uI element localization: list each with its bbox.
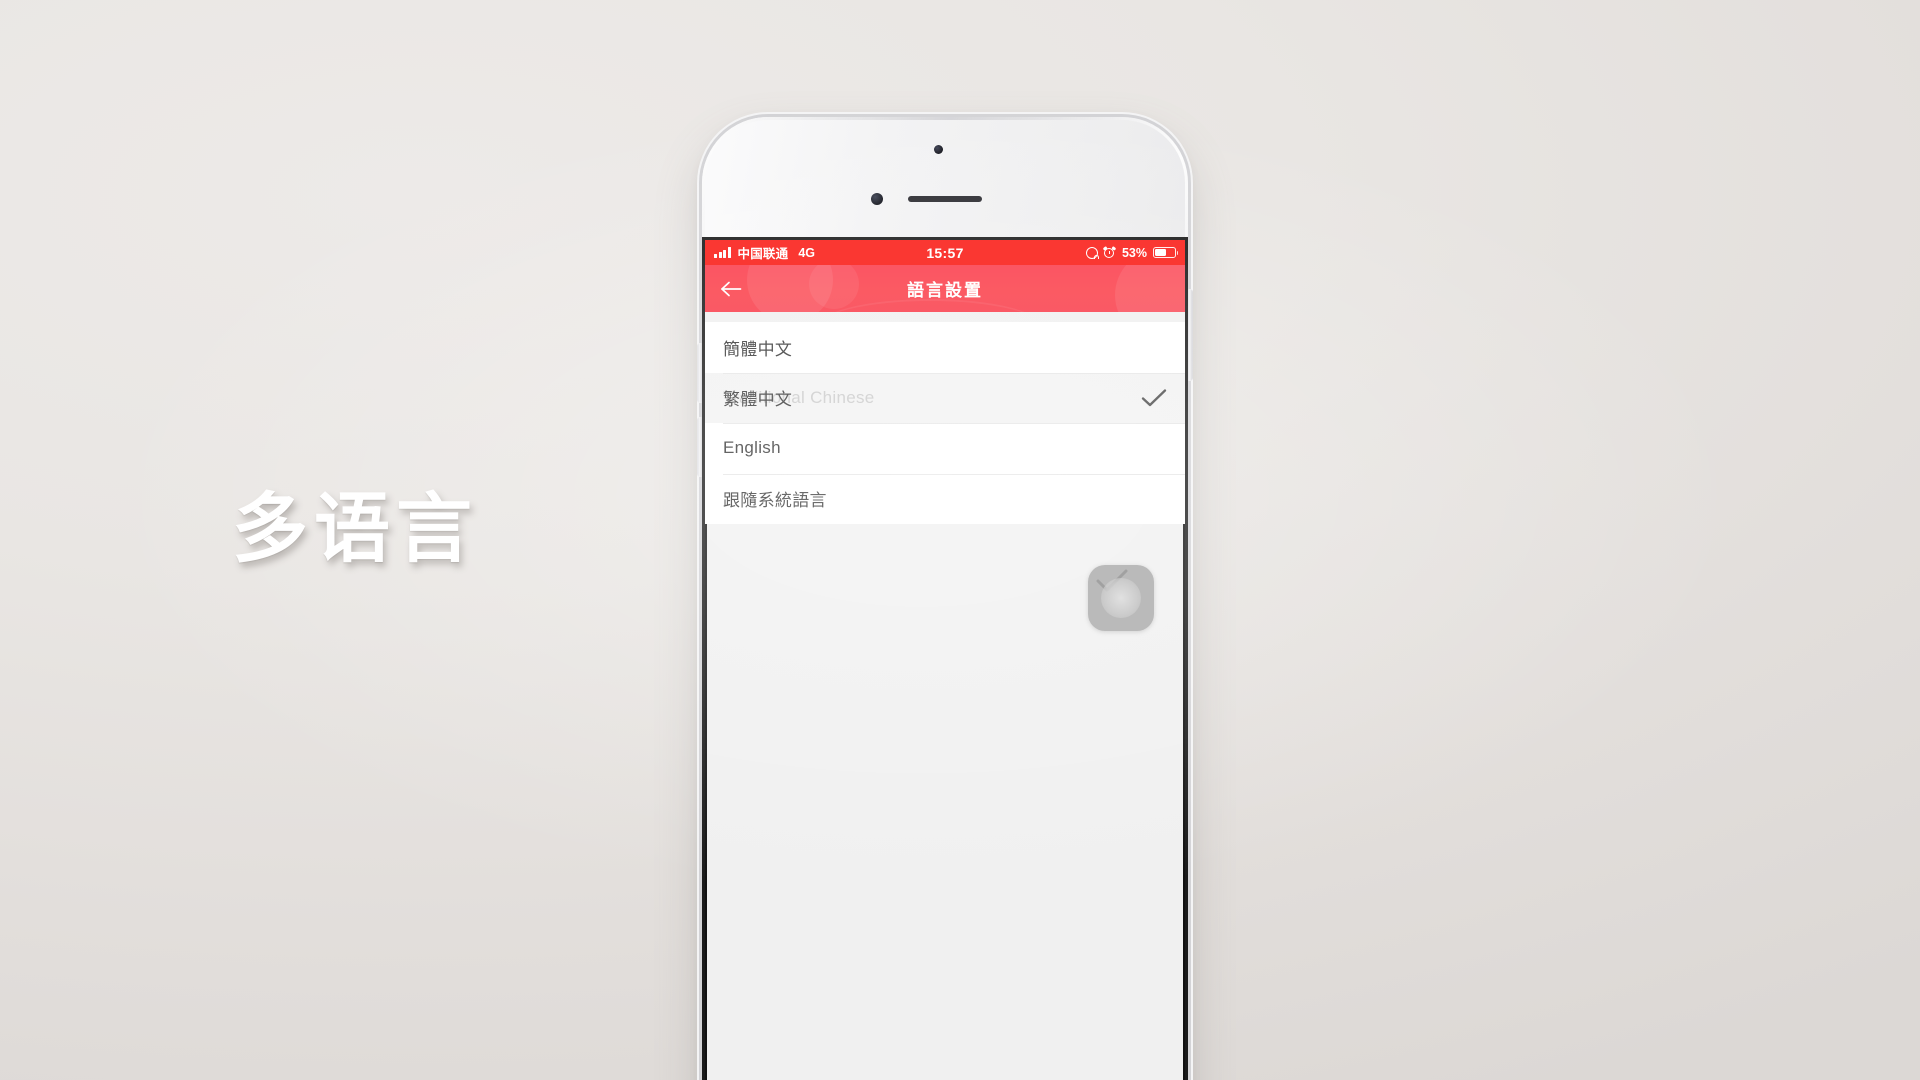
- language-row-simplified-chinese[interactable]: 簡體中文: [705, 322, 1185, 373]
- power-button[interactable]: [1187, 289, 1193, 381]
- scene: 多语言 中国联通 4G 15:57 53% 語言設置 簡體中文 Traditio…: [0, 0, 1920, 1080]
- phone-device: 中国联通 4G 15:57 53% 語言設置 簡體中文 Traditional …: [697, 117, 1193, 1080]
- front-camera-icon: [934, 145, 943, 154]
- row-check-slot: [1141, 385, 1167, 411]
- phone-screen: 中国联通 4G 15:57 53% 語言設置 簡體中文 Traditional …: [705, 240, 1185, 1080]
- alarm-clock-icon: [1103, 245, 1117, 259]
- touch-cursor-dot: [1101, 578, 1141, 618]
- language-list: 簡體中文 Traditional Chinese 繁體中文 English 跟隨…: [705, 312, 1185, 524]
- promo-headline: 多语言: [232, 487, 478, 572]
- battery-icon: [1153, 247, 1179, 258]
- back-arrow-icon: [721, 281, 742, 296]
- earpiece-speaker-icon: [908, 196, 982, 202]
- nav-decoration-circle-right: [1115, 265, 1185, 312]
- language-row-traditional-chinese[interactable]: Traditional Chinese 繁體中文: [705, 372, 1185, 424]
- row-check-slot: [1141, 334, 1167, 360]
- row-check-slot: [1141, 486, 1167, 512]
- language-label: 跟隨系統語言: [723, 491, 827, 511]
- row-label-stack: Traditional Chinese 繁體中文: [723, 373, 1141, 424]
- touch-cursor[interactable]: [1088, 565, 1154, 631]
- language-label: English: [723, 438, 781, 458]
- battery-percent-label: 53%: [1121, 245, 1147, 260]
- status-bar-right: 53%: [1085, 245, 1179, 260]
- row-check-slot: [1141, 435, 1167, 461]
- volume-down-button[interactable]: [697, 417, 703, 477]
- language-label: 簡體中文: [723, 339, 793, 359]
- row-label-stack: 簡體中文: [723, 322, 1141, 373]
- checkmark-icon: [1141, 389, 1167, 406]
- signal-bars-icon: [714, 247, 731, 258]
- row-label-stack: 跟隨系統語言: [723, 474, 1141, 525]
- rotation-lock-icon: [1085, 246, 1099, 259]
- status-bar-left: 中国联通 4G: [714, 243, 815, 262]
- language-row-follow-system[interactable]: 跟隨系統語言: [705, 473, 1185, 525]
- status-bar: 中国联通 4G 15:57 53%: [705, 240, 1185, 265]
- row-label-stack: English: [723, 423, 1141, 474]
- language-label: 繁體中文: [723, 390, 793, 410]
- language-row-english[interactable]: English: [705, 423, 1185, 474]
- network-type: 4G: [798, 245, 815, 260]
- nav-decoration-circle-left-small: [809, 265, 859, 309]
- proximity-sensor-icon: [871, 193, 883, 205]
- back-button[interactable]: [705, 265, 757, 312]
- navigation-bar: 語言設置: [705, 265, 1185, 312]
- carrier-name: 中国联通: [737, 247, 789, 261]
- volume-up-button[interactable]: [697, 343, 703, 403]
